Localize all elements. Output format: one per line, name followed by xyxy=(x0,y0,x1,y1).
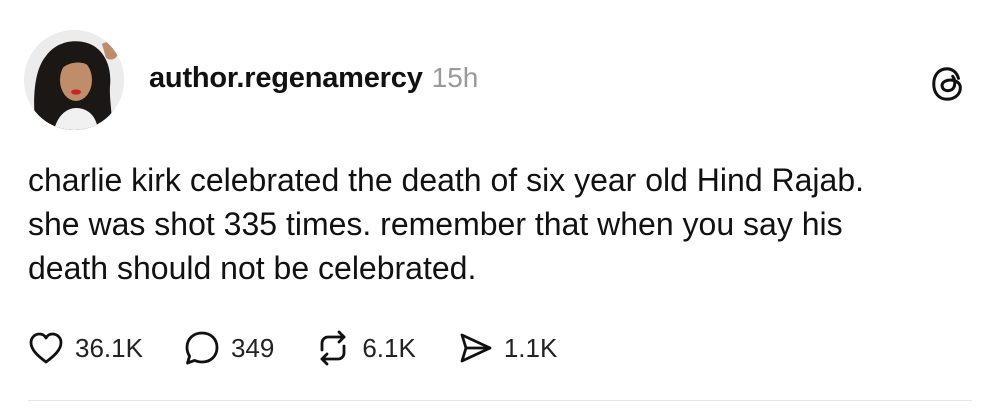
repost-icon xyxy=(313,328,353,368)
threads-post: author.regenamercy 15h charlie kirk cele… xyxy=(0,0,1000,409)
send-icon xyxy=(455,328,495,368)
repost-button[interactable]: 6.1K xyxy=(313,328,416,368)
like-button[interactable]: 36.1K xyxy=(26,328,143,368)
avatar-image xyxy=(24,30,124,130)
repost-count: 6.1K xyxy=(362,332,416,363)
heart-icon xyxy=(26,328,66,368)
share-count: 1.1K xyxy=(503,332,558,363)
reply-button[interactable]: 349 xyxy=(182,328,274,368)
post-timestamp: 15h xyxy=(431,62,479,93)
threads-logo-icon[interactable] xyxy=(929,65,967,103)
reply-count: 349 xyxy=(230,332,275,363)
post-body: charlie kirk celebrated the death of six… xyxy=(28,162,864,286)
action-bar: 36.1K 349 6.1K 1.1K xyxy=(26,326,596,370)
comment-bubble-icon xyxy=(182,328,222,368)
share-button[interactable]: 1.1K xyxy=(455,328,558,368)
author-username[interactable]: author.regenamercy xyxy=(149,62,423,95)
like-count: 36.1K xyxy=(75,332,143,363)
author-avatar[interactable] xyxy=(24,30,124,130)
post-header: author.regenamercy 15h xyxy=(149,62,478,95)
post-divider xyxy=(28,400,972,401)
